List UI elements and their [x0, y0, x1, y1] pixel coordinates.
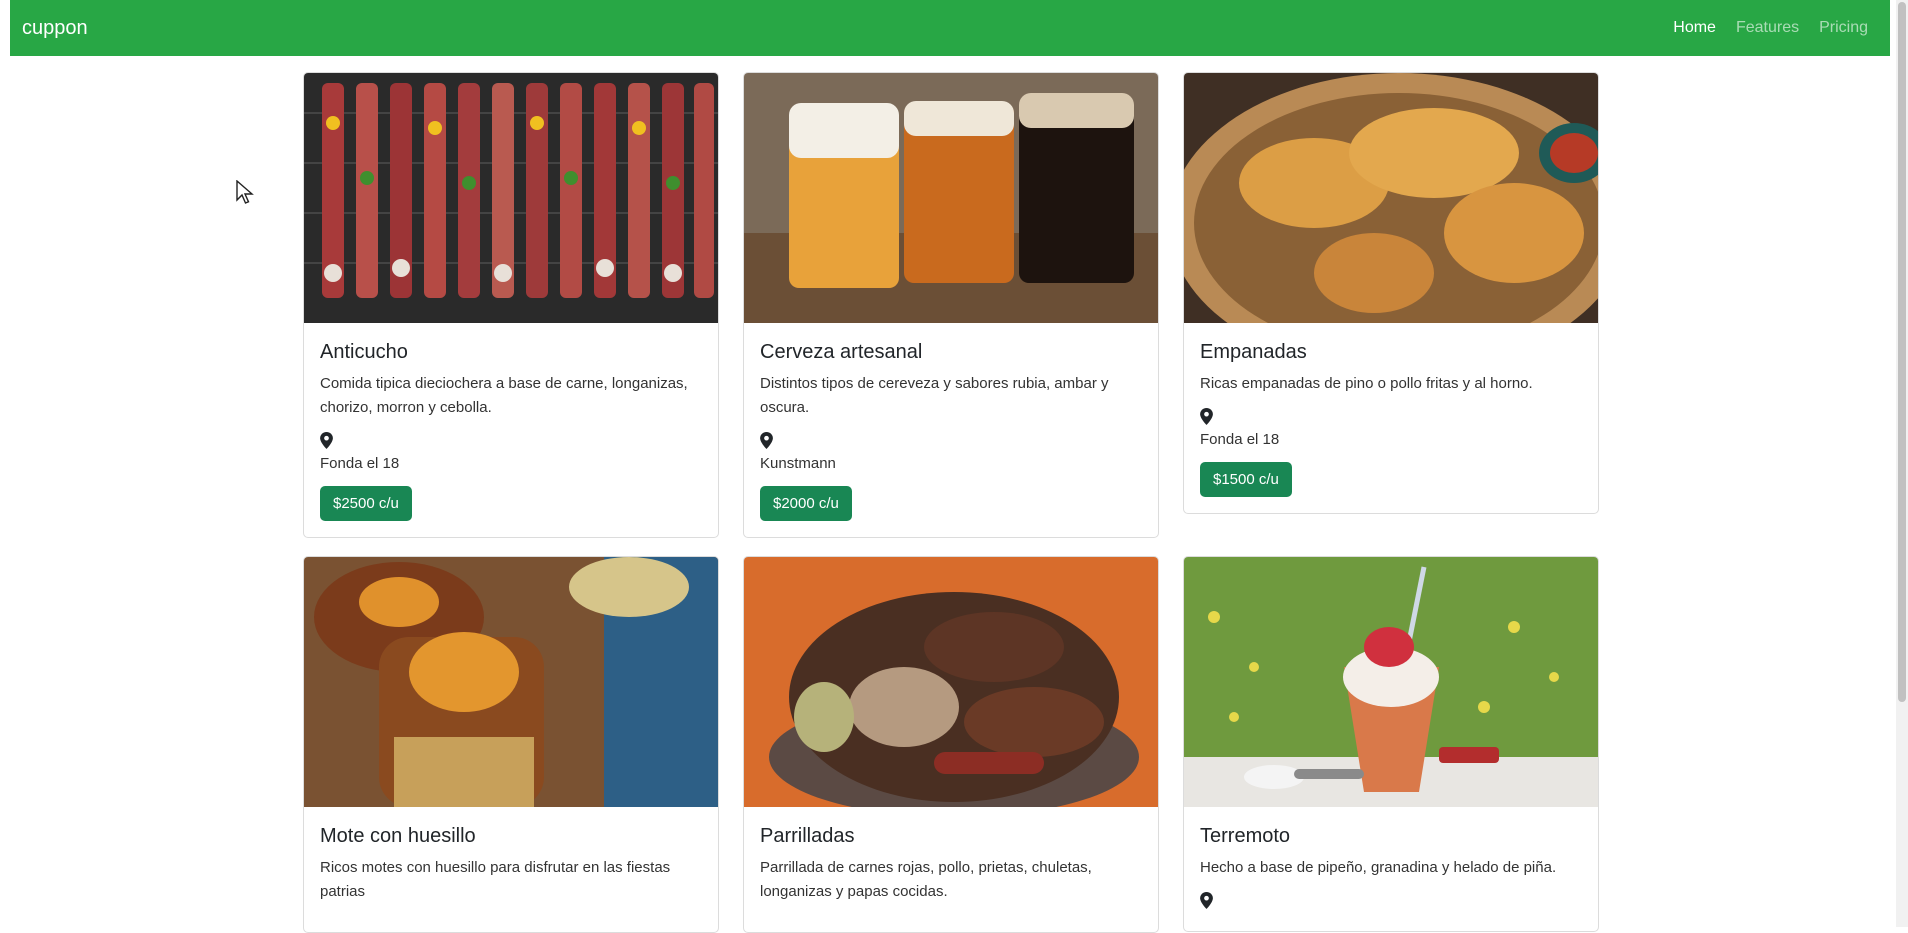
card-description: Hecho a base de pipeño, granadina y hela… [1200, 859, 1557, 876]
nav-home[interactable]: Home [1663, 11, 1726, 45]
page-scrollbar[interactable] [1896, 0, 1908, 927]
card-body: Cerveza artesanal Distintos tipos de cer… [744, 323, 1158, 537]
card-place: Fonda el 18 [1200, 431, 1280, 448]
card-description: Ricos motes con huesillo para disfrutar … [320, 859, 671, 900]
card-place: Kunstmann [760, 455, 836, 472]
card-image-parrilladas [744, 557, 1158, 807]
scrollbar-thumb[interactable] [1898, 2, 1906, 702]
mouse-cursor-icon [236, 180, 254, 204]
card-description: Comida tipica dieciochera a base de carn… [320, 375, 688, 416]
price-button[interactable]: $2000 c/u [760, 486, 852, 521]
product-card: Mote con huesillo Ricos motes con huesil… [303, 556, 719, 933]
map-marker-icon [760, 432, 773, 449]
product-card: Cerveza artesanal Distintos tipos de cer… [743, 72, 1159, 538]
product-card: Parrilladas Parrillada de carnes rojas, … [743, 556, 1159, 933]
card-image-cerveza [744, 73, 1158, 323]
card-place: Fonda el 18 [320, 455, 400, 472]
card-title: Parrilladas [760, 825, 855, 847]
card-body: Parrilladas Parrillada de carnes rojas, … [744, 807, 1158, 932]
product-card: Empanadas Ricas empanadas de pino o poll… [1183, 72, 1599, 514]
product-card: Anticucho Comida tipica dieciochera a ba… [303, 72, 719, 538]
price-button[interactable]: $2500 c/u [320, 486, 412, 521]
card-image-anticucho [304, 73, 718, 323]
map-marker-icon [1200, 408, 1213, 425]
card-title: Empanadas [1200, 341, 1307, 363]
brand-link[interactable]: cuppon [22, 17, 88, 40]
product-grid: Anticucho Comida tipica dieciochera a ba… [303, 72, 1599, 933]
card-image-empanadas [1184, 73, 1598, 323]
nav-links: Home Features Pricing [1663, 11, 1878, 45]
navbar: cuppon Home Features Pricing [10, 0, 1890, 56]
card-title: Anticucho [320, 341, 408, 363]
card-body: Mote con huesillo Ricos motes con huesil… [304, 807, 718, 932]
card-description: Distintos tipos de cereveza y sabores ru… [760, 375, 1109, 416]
map-marker-icon [1200, 892, 1213, 909]
card-description: Ricas empanadas de pino o pollo fritas y… [1200, 375, 1533, 392]
card-title: Mote con huesillo [320, 825, 476, 847]
map-marker-icon [320, 432, 333, 449]
card-image-terremoto [1184, 557, 1598, 807]
card-body: Anticucho Comida tipica dieciochera a ba… [304, 323, 718, 537]
card-image-mote [304, 557, 718, 807]
card-body: Empanadas Ricas empanadas de pino o poll… [1184, 323, 1598, 513]
nav-features[interactable]: Features [1726, 11, 1809, 45]
card-title: Cerveza artesanal [760, 341, 923, 363]
card-title: Terremoto [1200, 825, 1291, 847]
product-card: Terremoto Hecho a base de pipeño, granad… [1183, 556, 1599, 932]
card-body: Terremoto Hecho a base de pipeño, granad… [1184, 807, 1598, 931]
nav-pricing[interactable]: Pricing [1809, 11, 1878, 45]
price-button[interactable]: $1500 c/u [1200, 462, 1292, 497]
card-description: Parrillada de carnes rojas, pollo, priet… [760, 859, 1092, 900]
